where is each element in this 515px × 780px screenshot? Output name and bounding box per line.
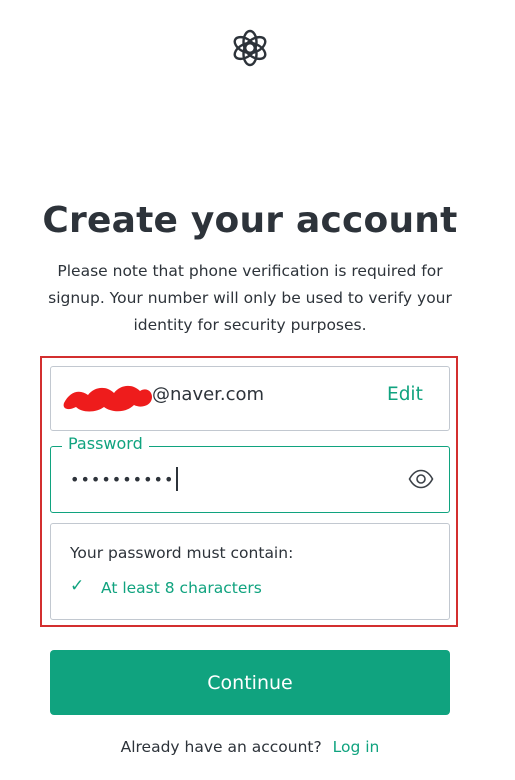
login-prompt: Already have an account? [120,738,322,756]
check-icon: ✓ [70,576,85,596]
password-input[interactable]: •••••••••• [70,467,178,491]
login-row: Already have an account? Log in [0,738,500,756]
eye-icon[interactable] [408,468,434,490]
requirements-title: Your password must contain: [70,544,294,562]
email-value: @naver.com [152,384,265,405]
text-caret [176,467,178,491]
continue-button[interactable]: Continue [50,650,450,715]
login-link[interactable]: Log in [333,738,380,756]
email-redaction [62,381,154,415]
page-title: Create your account [42,200,458,241]
requirement-item: At least 8 characters [101,579,262,597]
password-label: Password [62,434,149,453]
password-requirements [50,523,450,620]
page-subtitle: Please note that phone verification is r… [48,262,452,334]
edit-email-link[interactable]: Edit [387,384,423,405]
openai-logo-icon [230,28,270,68]
password-value: •••••••••• [70,469,175,489]
